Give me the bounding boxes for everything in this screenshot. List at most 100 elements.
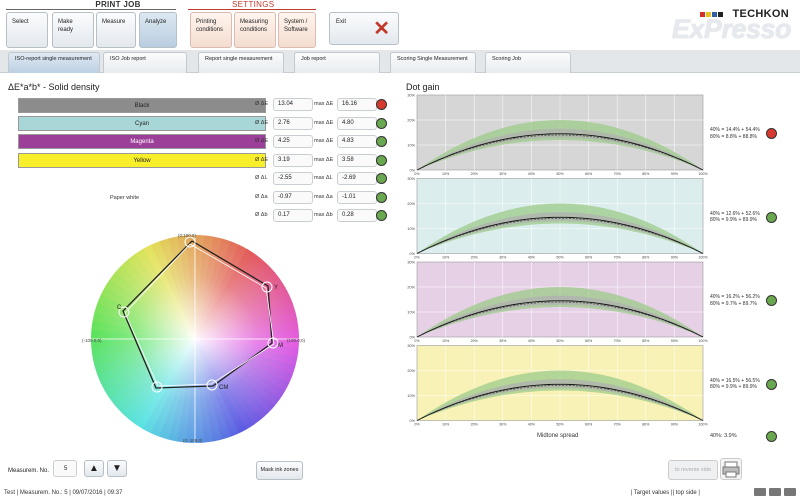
dot-gain-value-80: 80% = 9.9% + 89.9% [710,384,757,390]
select-button[interactable]: Select [6,12,48,48]
avg-label: Ø ΔE [255,119,269,126]
x-tick-label: 50% [556,423,564,427]
x-tick-label: 90% [671,256,679,260]
exit-button[interactable]: Exit ✕ [329,12,399,45]
measuring-conditions-button[interactable]: Measuring conditions [234,12,276,48]
device-icon [784,488,796,496]
status-dot [376,191,387,203]
wheel-label-right: (100.0;0) [287,338,306,343]
avg-label: Ø ΔE [255,138,269,144]
dot-gain-value-80: 80% = 9.9% + 89.9% [710,217,757,223]
measurement-number-label: Measurem. No. [8,468,50,474]
max-label: max ΔE [314,119,334,126]
x-tick-label: 10% [442,172,450,176]
group-label-print-job: PRINT JOB [95,0,141,9]
max-label: max Δb [314,212,333,218]
color-bar-cyan: Cyan [18,116,266,131]
analyze-button[interactable]: Analyze [139,12,177,48]
max-value: 4.83 [337,135,377,148]
x-tick-label: 70% [614,423,622,427]
target-values-link[interactable]: Target values [634,490,670,496]
measure-button[interactable]: Measure [96,12,136,48]
tab-report-single[interactable]: Report single measurement [198,52,284,73]
max-label: max ΔE [314,101,334,107]
dot-gain-title: Dot gain [406,82,440,92]
solid-density-title: ΔE*a*b* - Solid density [8,82,100,92]
dot-gain-status [766,295,777,306]
measurement-number-input[interactable]: 5 [53,460,77,477]
max-label: max Δa [314,193,333,200]
y-tick-label: 10% [407,227,415,231]
x-tick-label: 60% [585,423,593,427]
x-tick-label: 10% [442,256,450,260]
midtone-spread-status [766,431,777,442]
avg-value: -0.97 [273,190,313,204]
side-indicator: top side [675,490,697,496]
x-tick-label: 0% [414,256,420,260]
x-tick-label: 100% [698,172,708,176]
wheel-label-left: (-100.0;0) [82,338,102,343]
wheel-label-c: C [117,305,122,311]
logo: ExPresso TECHKON [660,4,795,48]
status-dot [376,99,387,110]
system-software-button[interactable]: System / Software [278,12,316,48]
status-right: | Target values || top side | [630,490,700,496]
dot-gain-value-40: 40% = 16.2% + 56.2% [710,294,760,300]
y-tick-label: 20% [407,369,415,373]
close-icon: ✕ [373,18,390,40]
dot-gain-values: 40% = 12.6% + 52.6% 80% = 9.9% + 89.9% [710,211,760,224]
tab-iso-job-report[interactable]: ISO Job report [103,52,187,73]
x-tick-label: 30% [499,339,507,343]
avg-value: -2.55 [273,172,313,185]
y-tick-label: 30% [407,261,415,265]
measurement-up-button[interactable]: ▲ [84,460,104,477]
x-tick-label: 80% [642,256,650,260]
print-button[interactable] [720,458,742,480]
color-bar-label: Magenta [130,139,154,145]
max-label: max ΔE [314,156,334,163]
midtone-spread-label: Midtone spread [537,433,579,439]
dot-gain-value-40: 40% = 14.4% + 54.4% [710,127,760,133]
dot-gain-value-80: 80% = 9.7% + 89.7% [710,300,757,307]
tab-scoring-single[interactable]: Scoring Single Measurement [390,52,476,73]
x-tick-label: 70% [614,172,622,176]
tab-scoring-job[interactable]: Scoring Job [485,52,571,73]
measurement-down-button[interactable]: ▼ [107,460,127,477]
wheel-label-cm: CM [219,385,228,391]
dot-gain-status [766,211,777,223]
max-value: 3.58 [337,153,377,167]
printing-conditions-button[interactable]: Printing conditions [190,12,232,48]
x-tick-label: 60% [585,256,593,260]
wheel-label-y: Y [274,285,278,291]
x-tick-label: 40% [528,172,536,176]
color-wheel: (0;100.0) (0;-100.0) (-100.0;0) (100.0;0… [82,232,306,446]
group-label-settings: SETTINGS [232,0,275,9]
x-tick-label: 40% [528,256,536,260]
exit-label: Exit [336,19,347,25]
status-dot [376,136,387,147]
x-tick-label: 40% [528,339,536,343]
reverse-side-button[interactable]: to reverse side [668,460,718,480]
x-tick-label: 30% [499,423,507,427]
paper-white-label: Paper white [110,195,140,201]
x-tick-label: 80% [642,339,650,343]
color-bar-magenta: Magenta [18,134,266,149]
make-ready-button[interactable]: Make ready [52,12,94,48]
wheel-label-bottom: (0;-100.0) [183,438,203,443]
tab-job-report[interactable]: Job report [294,52,380,73]
mask-ink-zones-button[interactable]: Mask ink zones [256,461,303,480]
dot-gain-values: 40% = 16.5% + 56.5% 80% = 9.9% + 89.9% [710,378,760,391]
x-tick-label: 50% [556,256,564,260]
avg-label: Ø Δa [255,193,268,200]
max-value: 16.16 [337,98,377,111]
tab-iso-report-single[interactable]: ISO-report single measurement [8,52,100,73]
avg-value: 0.17 [273,209,313,222]
device-icon [754,488,766,496]
x-tick-label: 20% [471,256,479,260]
x-tick-label: 90% [671,339,679,343]
device-icon [769,488,781,496]
x-tick-label: 30% [499,256,507,260]
x-tick-label: 20% [471,339,479,343]
dot-gain-status [766,378,777,390]
dot-gain-svg: 0%10%20%30%0% 10% 20% 30% 40% 50% 60% 70% 80% 90%… [407,94,708,427]
